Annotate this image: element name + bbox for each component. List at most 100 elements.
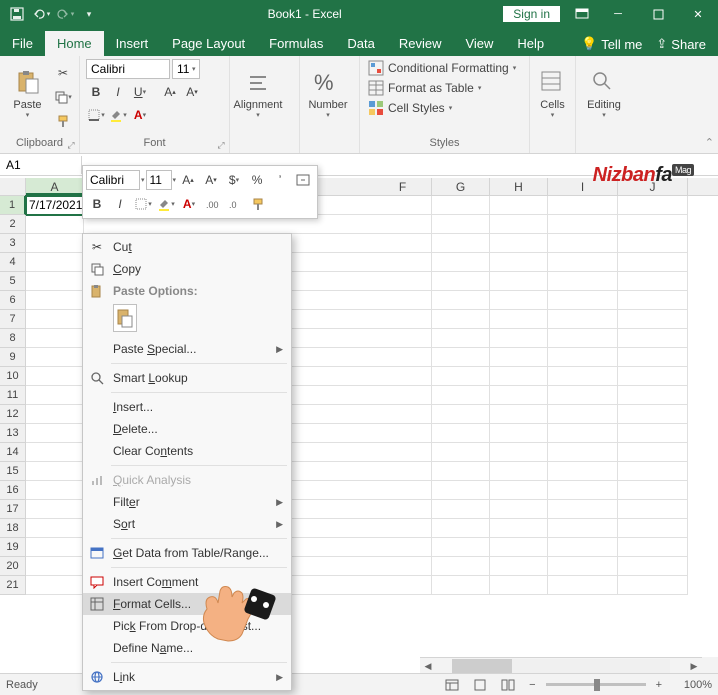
alignment-button[interactable]: Alignment▾: [236, 59, 280, 129]
col-header-A[interactable]: A: [26, 178, 84, 195]
cell[interactable]: [548, 215, 618, 234]
menu-pick-dropdown[interactable]: Pick From Drop-down List...: [83, 615, 291, 637]
row-header[interactable]: 18: [0, 519, 26, 538]
number-button[interactable]: % Number▾: [306, 59, 350, 129]
cell[interactable]: [618, 500, 688, 519]
cell[interactable]: [26, 310, 84, 329]
cell[interactable]: [374, 576, 432, 595]
cell[interactable]: [26, 443, 84, 462]
cell[interactable]: [618, 424, 688, 443]
cell[interactable]: [432, 557, 490, 576]
cell[interactable]: [490, 424, 548, 443]
cell[interactable]: [618, 196, 688, 215]
horizontal-scrollbar[interactable]: ◀ ▶: [420, 657, 702, 673]
cell[interactable]: [548, 576, 618, 595]
row-header[interactable]: 19: [0, 538, 26, 557]
cell[interactable]: [618, 386, 688, 405]
menu-format-cells[interactable]: Format Cells...: [83, 593, 291, 615]
conditional-formatting-button[interactable]: Conditional Formatting ▾: [366, 59, 518, 77]
tab-data[interactable]: Data: [335, 31, 386, 56]
zoom-level[interactable]: 100%: [672, 679, 712, 691]
cell[interactable]: [490, 557, 548, 576]
mini-increase-font[interactable]: A▴: [177, 169, 199, 191]
mini-comma-button[interactable]: ʼ: [269, 169, 291, 191]
cell[interactable]: [618, 348, 688, 367]
cell[interactable]: [490, 481, 548, 500]
cell[interactable]: [432, 272, 490, 291]
format-table-button[interactable]: Format as Table ▾: [366, 79, 518, 97]
maximize-button[interactable]: [638, 0, 678, 28]
cell[interactable]: [618, 538, 688, 557]
row-header[interactable]: 9: [0, 348, 26, 367]
cell[interactable]: [490, 500, 548, 519]
col-header-H[interactable]: H: [490, 178, 548, 195]
select-all-button[interactable]: [0, 178, 26, 195]
mini-decrease-decimal[interactable]: .00: [201, 193, 223, 215]
cell[interactable]: [618, 481, 688, 500]
mini-italic-button[interactable]: I: [109, 193, 131, 215]
cell[interactable]: [26, 557, 84, 576]
cell[interactable]: [548, 405, 618, 424]
minimize-button[interactable]: ─: [598, 0, 638, 28]
cell[interactable]: [548, 519, 618, 538]
row-header[interactable]: 21: [0, 576, 26, 595]
cell[interactable]: [26, 576, 84, 595]
cell[interactable]: [490, 348, 548, 367]
cell[interactable]: [26, 272, 84, 291]
row-header[interactable]: 6: [0, 291, 26, 310]
fill-color-button[interactable]: ▾: [108, 105, 128, 125]
cell[interactable]: [618, 329, 688, 348]
menu-insert-comment[interactable]: Insert Comment: [83, 571, 291, 593]
cell[interactable]: [490, 291, 548, 310]
cell[interactable]: [374, 462, 432, 481]
cell[interactable]: [548, 196, 618, 215]
zoom-slider[interactable]: [546, 683, 646, 686]
cell[interactable]: [618, 272, 688, 291]
row-header[interactable]: 3: [0, 234, 26, 253]
cell[interactable]: [618, 576, 688, 595]
cell[interactable]: [26, 538, 84, 557]
cell[interactable]: [432, 310, 490, 329]
paste-button[interactable]: Paste ▾: [6, 59, 49, 129]
menu-copy[interactable]: Copy: [83, 258, 291, 280]
cells-button[interactable]: Cells▾: [536, 59, 569, 129]
row-header[interactable]: 10: [0, 367, 26, 386]
save-icon[interactable]: [6, 3, 28, 25]
decrease-font-button[interactable]: A▾: [182, 82, 202, 102]
menu-define-name[interactable]: Define Name...: [83, 637, 291, 659]
cell[interactable]: [548, 329, 618, 348]
cell[interactable]: [432, 538, 490, 557]
underline-button[interactable]: U▾: [130, 82, 150, 102]
cell[interactable]: [26, 253, 84, 272]
cell[interactable]: [548, 424, 618, 443]
tab-view[interactable]: View: [453, 31, 505, 56]
cell[interactable]: [26, 481, 84, 500]
italic-button[interactable]: I: [108, 82, 128, 102]
mini-font-name[interactable]: [86, 170, 140, 190]
cell[interactable]: [374, 348, 432, 367]
editing-button[interactable]: Editing▾: [582, 59, 626, 129]
mini-decrease-font[interactable]: A▾: [200, 169, 222, 191]
cell[interactable]: [490, 462, 548, 481]
name-box[interactable]: A1: [0, 156, 82, 174]
cell[interactable]: [618, 367, 688, 386]
cell[interactable]: [490, 519, 548, 538]
row-header[interactable]: 12: [0, 405, 26, 424]
format-painter-button[interactable]: [53, 111, 73, 131]
menu-delete[interactable]: Delete...: [83, 418, 291, 440]
row-header[interactable]: 15: [0, 462, 26, 481]
cell[interactable]: [548, 386, 618, 405]
cell[interactable]: [432, 576, 490, 595]
cell[interactable]: [618, 519, 688, 538]
collapse-ribbon-button[interactable]: ⌃: [705, 136, 714, 149]
cell[interactable]: [490, 386, 548, 405]
cell[interactable]: [432, 215, 490, 234]
col-header-F[interactable]: F: [374, 178, 432, 195]
cell[interactable]: [26, 234, 84, 253]
view-normal-button[interactable]: [441, 676, 463, 694]
scroll-right-button[interactable]: ▶: [686, 658, 702, 674]
cell[interactable]: [432, 367, 490, 386]
menu-clear-contents[interactable]: Clear Contents: [83, 440, 291, 462]
mini-merge-button[interactable]: [292, 169, 314, 191]
scroll-thumb[interactable]: [452, 659, 512, 673]
